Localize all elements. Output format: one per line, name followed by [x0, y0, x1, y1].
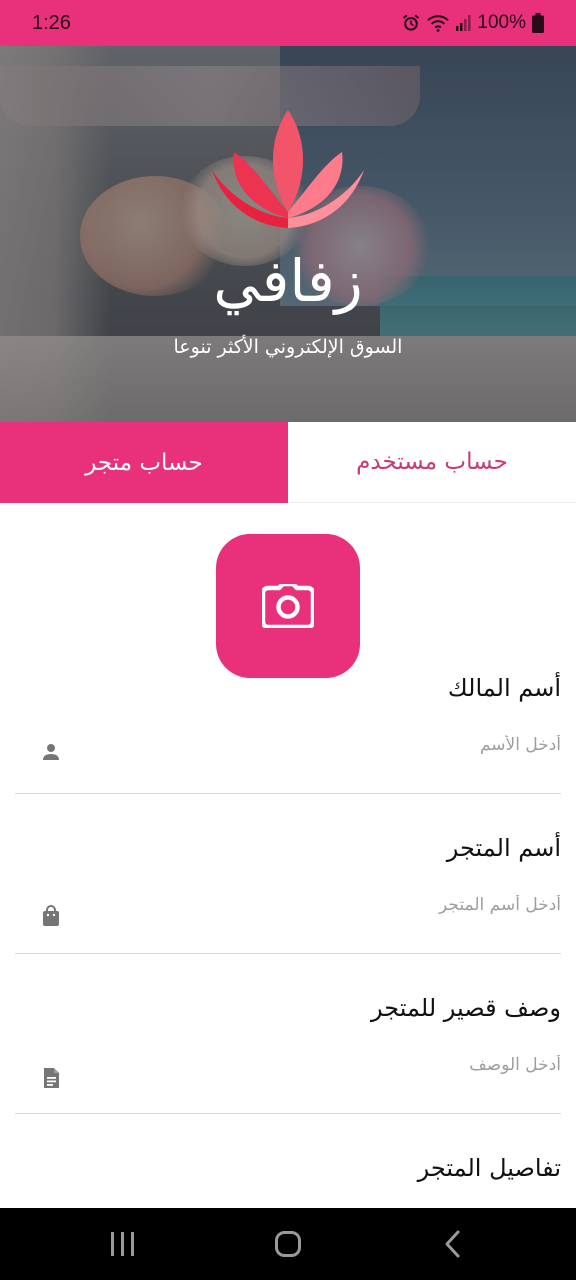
lotus-logo-icon — [212, 110, 364, 228]
battery-icon — [532, 13, 544, 33]
shopping-bag-icon — [43, 905, 59, 926]
owner-name-input[interactable] — [15, 722, 561, 794]
owner-name-label: أسم المالك — [447, 674, 561, 702]
document-icon — [44, 1068, 59, 1088]
store-details-label: تفاصيل المتجر — [417, 1154, 561, 1182]
short-description-label: وصف قصير للمتجر — [371, 994, 561, 1022]
store-name-input[interactable] — [15, 882, 561, 954]
account-type-tabs: حساب متجر حساب مستخدم — [0, 422, 576, 503]
hero-overlay — [0, 46, 576, 422]
recent-apps-icon — [110, 1232, 134, 1256]
brand-name: زفافي — [213, 247, 363, 315]
battery-level: 100% — [477, 12, 526, 33]
status-icons: 100% — [401, 12, 544, 34]
hero-banner: زفافي السوق الإلكتروني الأكثر تنوعا — [0, 46, 576, 422]
status-time: 1:26 — [32, 11, 71, 34]
store-name-label: أسم المتجر — [446, 834, 561, 862]
store-name-field: أسم المتجر — [15, 834, 561, 954]
camera-icon — [262, 584, 314, 628]
brand-tagline: السوق الإلكتروني الأكثر تنوعا — [173, 336, 403, 358]
back-button[interactable] — [413, 1208, 493, 1280]
person-icon — [43, 744, 59, 760]
home-button[interactable] — [248, 1208, 328, 1280]
store-details-field: تفاصيل المتجر — [15, 1154, 561, 1208]
tab-store-account[interactable]: حساب متجر — [0, 422, 288, 503]
tab-user-account[interactable]: حساب مستخدم — [288, 422, 576, 503]
signal-icon — [455, 14, 471, 32]
owner-name-field: أسم المالك — [15, 674, 561, 794]
home-icon — [274, 1231, 301, 1257]
short-description-input[interactable] — [15, 1042, 561, 1114]
system-navigation-bar — [0, 1208, 576, 1280]
recent-apps-button[interactable] — [83, 1208, 163, 1280]
alarm-icon — [401, 13, 421, 33]
back-icon — [445, 1230, 460, 1258]
short-description-field: وصف قصير للمتجر — [15, 994, 561, 1114]
status-bar: 1:26 100% — [0, 0, 576, 46]
wifi-icon — [427, 13, 450, 33]
store-image-button[interactable] — [216, 534, 360, 678]
